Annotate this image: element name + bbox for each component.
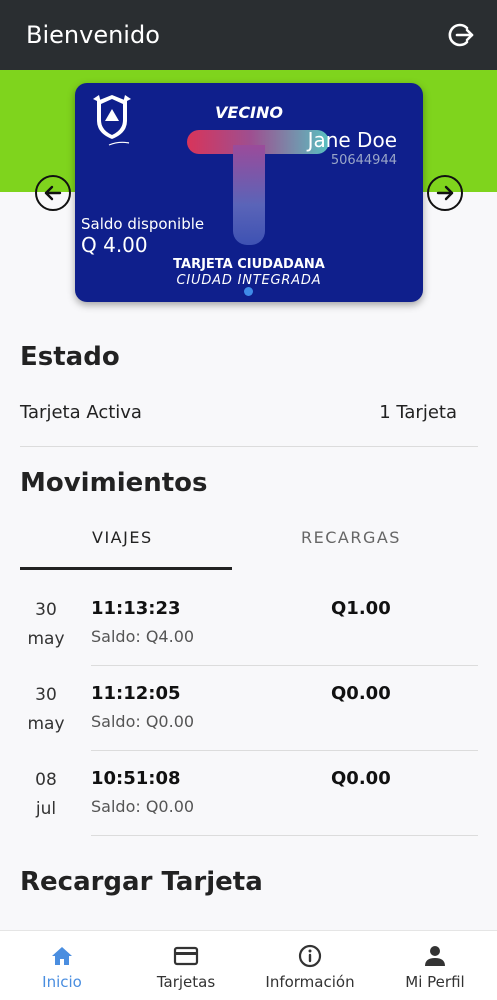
movement-day: 30	[35, 685, 57, 705]
citizen-card[interactable]: VECINO Jane Doe 50644944 Saldo disponibl…	[75, 83, 423, 302]
arrow-left-icon	[44, 185, 62, 201]
card-number: 50644944	[330, 153, 397, 168]
recargar-heading: Recargar Tarjeta	[20, 867, 263, 897]
movimientos-heading: Movimientos	[20, 468, 208, 498]
nav-inicio[interactable]: Inicio	[0, 931, 124, 1000]
card-holder-name: Jane Doe	[307, 128, 397, 152]
city-seal-logo	[93, 95, 131, 146]
next-card-button[interactable]	[427, 175, 463, 211]
card-line2: CIUDAD INTEGRADA	[176, 273, 322, 288]
movement-amount: Q0.00	[331, 683, 391, 704]
tab-viajes[interactable]: VIAJES	[92, 528, 153, 547]
prev-card-button[interactable]	[35, 175, 71, 211]
movement-day: 08	[35, 770, 57, 790]
balance-value: Q 4.00	[81, 233, 148, 257]
card-type-label: VECINO	[215, 103, 283, 122]
nav-label: Tarjetas	[156, 973, 216, 991]
divider	[91, 665, 478, 666]
estado-heading: Estado	[20, 342, 120, 372]
nav-label: Información	[265, 973, 355, 991]
nav-label: Inicio	[42, 973, 82, 991]
nav-tarjetas[interactable]: Tarjetas	[124, 931, 248, 1000]
tab-recargas[interactable]: RECARGAS	[301, 528, 401, 547]
movement-amount: Q1.00	[331, 598, 391, 619]
person-icon	[425, 946, 445, 966]
info-icon	[298, 944, 322, 968]
home-icon	[52, 947, 72, 965]
movement-day: 30	[35, 600, 57, 620]
bottom-nav: Inicio Tarjetas Información Mi Perfil	[0, 930, 497, 1000]
app-bar: Bienvenido	[0, 0, 497, 70]
movement-time: 11:13:23	[91, 598, 181, 619]
active-tab-indicator	[20, 567, 232, 570]
movement-saldo: Saldo: Q4.00	[91, 627, 195, 646]
balance-label: Saldo disponible	[81, 215, 205, 233]
movement-month: may	[27, 714, 65, 734]
card-count: 1 Tarjeta	[379, 402, 457, 423]
card-line1: TARJETA CIUDADANA	[173, 257, 325, 272]
divider	[20, 446, 478, 447]
movement-saldo: Saldo: Q0.00	[91, 797, 195, 816]
nav-informacion[interactable]: Información	[248, 931, 372, 1000]
arrow-right-icon	[436, 185, 454, 201]
movement-time: 10:51:08	[91, 768, 181, 789]
movement-amount: Q0.00	[331, 768, 391, 789]
app-title: Bienvenido	[26, 21, 160, 49]
carousel-dot-indicator	[244, 287, 253, 296]
divider	[91, 750, 478, 751]
card-status: Tarjeta Activa	[20, 402, 142, 423]
nav-mi-perfil[interactable]: Mi Perfil	[373, 931, 497, 1000]
nav-label: Mi Perfil	[405, 973, 465, 991]
credit-card-icon	[173, 946, 199, 966]
divider	[91, 835, 478, 836]
movement-month: jul	[35, 799, 57, 819]
movement-month: may	[27, 629, 65, 649]
movement-saldo: Saldo: Q0.00	[91, 712, 195, 731]
logout-icon[interactable]	[445, 20, 475, 50]
card-t-logo-stem	[233, 145, 265, 245]
movement-time: 11:12:05	[91, 683, 181, 704]
